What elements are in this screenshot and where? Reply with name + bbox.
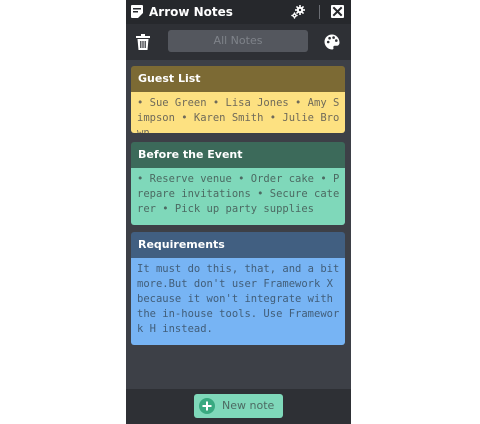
close-button[interactable] bbox=[331, 5, 344, 18]
notes-filter-select[interactable]: All Notes bbox=[168, 30, 308, 52]
toolbar: All Notes bbox=[126, 24, 351, 60]
note-body: • Reserve venue • Order cake • Prepare i… bbox=[131, 168, 345, 225]
plus-circle-icon bbox=[199, 398, 215, 414]
note-title: Guest List bbox=[131, 66, 345, 92]
note-title: Before the Event bbox=[131, 142, 345, 168]
footer-bar: New note bbox=[126, 389, 351, 424]
note-body: • Sue Green • Lisa Jones • Amy Simpson •… bbox=[131, 92, 345, 133]
title-bar: Arrow Notes bbox=[126, 0, 351, 24]
arrow-notes-window: Arrow Notes All Notes Guest List • Sue G… bbox=[126, 0, 351, 424]
note-title: Requirements bbox=[131, 232, 345, 258]
trash-icon[interactable] bbox=[136, 34, 150, 50]
note-body: It must do this, that, and a bit more.Bu… bbox=[131, 258, 345, 345]
note-icon bbox=[131, 5, 143, 18]
new-note-button[interactable]: New note bbox=[194, 394, 283, 418]
palette-icon[interactable] bbox=[324, 34, 340, 50]
note-card-requirements[interactable]: Requirements It must do this, that, and … bbox=[131, 232, 345, 345]
note-card-guest-list[interactable]: Guest List • Sue Green • Lisa Jones • Am… bbox=[131, 66, 345, 133]
gear-icon[interactable] bbox=[290, 4, 306, 20]
new-note-label: New note bbox=[222, 399, 275, 412]
note-card-before-the-event[interactable]: Before the Event • Reserve venue • Order… bbox=[131, 142, 345, 225]
titlebar-divider bbox=[319, 5, 320, 19]
app-title: Arrow Notes bbox=[149, 5, 233, 19]
close-icon bbox=[332, 6, 343, 17]
